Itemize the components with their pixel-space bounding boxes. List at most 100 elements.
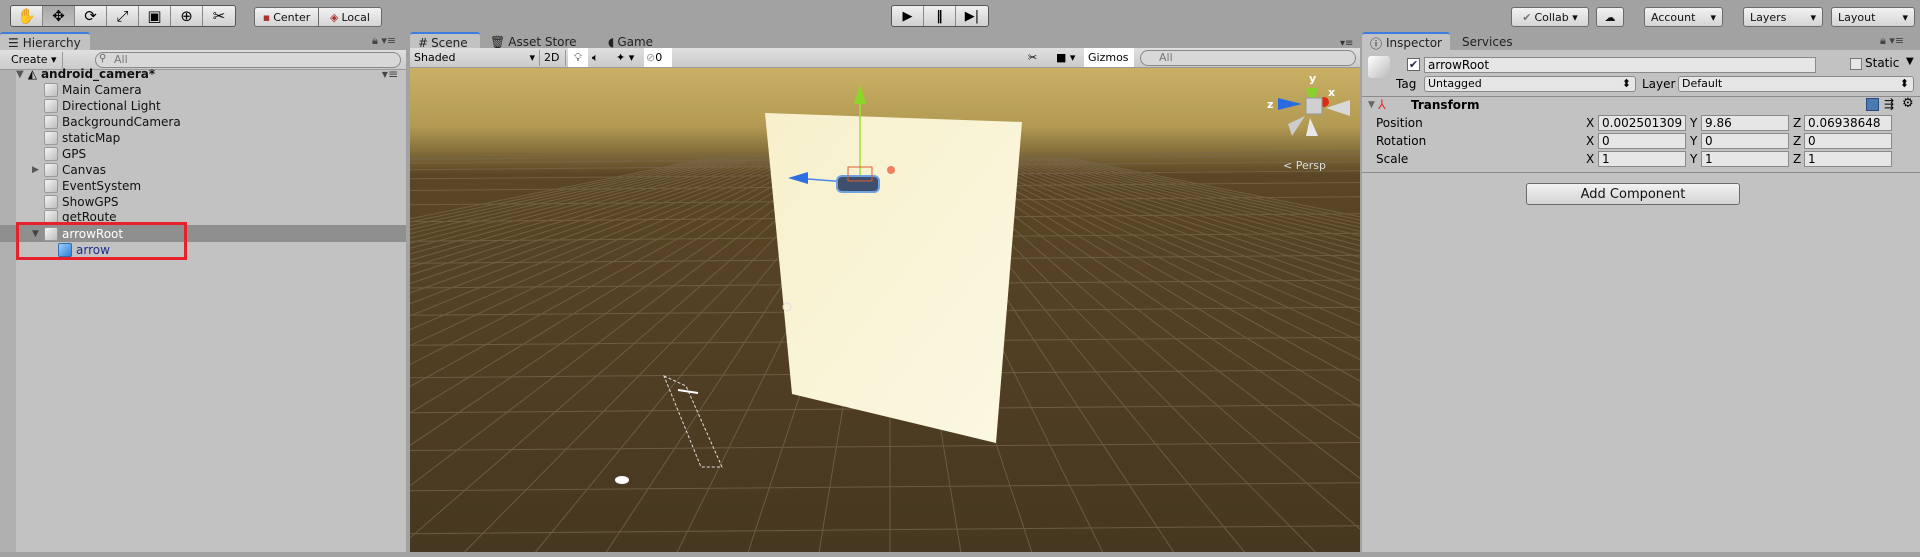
layers-dropdown[interactable]: Layers ▾ [1743, 7, 1823, 27]
play-button[interactable]: ▶ [892, 6, 924, 26]
list-item[interactable]: GPS [44, 146, 398, 162]
lighting-toggle-icon[interactable]: 💡︎ [568, 48, 588, 67]
static-label: Static [1865, 56, 1900, 70]
transform-tool-icon[interactable]: ⊕ [171, 6, 203, 26]
axis-z-label: Z [1793, 116, 1802, 130]
move-tool-icon[interactable]: ✥ [43, 6, 75, 26]
pivot-center-button[interactable]: ▪ Center [254, 7, 319, 27]
transform-tools: ✋ ✥ ⟳ ⤢ ▣ ⊕ ✂ [10, 5, 236, 27]
object-name-input[interactable]: arrowRoot [1424, 57, 1816, 73]
rotate-tool-icon[interactable]: ⟳ [75, 6, 107, 26]
collab-label: Collab [1534, 10, 1569, 24]
transform-axes-icon: ⅄ [1378, 98, 1386, 113]
effects-dropdown-icon[interactable]: ✦ ▾ [616, 50, 634, 66]
row-label: Scale [1376, 152, 1409, 166]
row-label: Rotation [1376, 134, 1427, 148]
x-axis-handle[interactable] [887, 166, 895, 174]
shading-dropdown[interactable]: Shaded ▾ [414, 50, 540, 66]
step-button[interactable]: ▶| [956, 6, 988, 26]
axis-z-label: Z [1793, 134, 1802, 148]
scene-header[interactable]: ▼ ◭ android_camera* ▾≡ [16, 66, 398, 82]
unity-icon: ◭ [27, 67, 37, 81]
gameobject-icon[interactable] [1368, 56, 1390, 78]
audio-toggle-icon[interactable]: 🔈︎ [592, 50, 599, 66]
position-x-input[interactable]: 0.002501309 [1598, 115, 1686, 131]
gear-icon[interactable]: ⚙ [1902, 96, 1914, 111]
gameobject-icon [44, 163, 58, 177]
list-item[interactable]: BackgroundCamera [44, 114, 398, 130]
scale-x-input[interactable]: 1 [1598, 151, 1686, 167]
rotation-x-input[interactable]: 0 [1598, 133, 1686, 149]
tools-icon[interactable]: ✂ [1028, 50, 1037, 66]
hierarchy-panel: Create ▾ All ⚲ ▼ ◭ android_camera* ▾≡ Main … [0, 50, 406, 552]
list-item[interactable]: Main Camera [44, 82, 398, 98]
gameobject-icon [44, 115, 58, 129]
collab-button[interactable]: ✔ Collab ▾ [1511, 7, 1589, 27]
list-item[interactable]: ▶ Canvas [32, 162, 398, 178]
lock-icon[interactable]: 🔒︎ ▾≡ [372, 34, 396, 48]
create-label: Create [11, 53, 48, 66]
plane-object[interactable] [765, 113, 1022, 443]
rotation-y-input[interactable]: 0 [1701, 133, 1789, 149]
rect-tool-icon[interactable]: ▣ [139, 6, 171, 26]
services-tab-label: Services [1462, 35, 1513, 49]
account-dropdown[interactable]: Account ▾ [1644, 7, 1723, 27]
scene-toolbar: Shaded▾ 2D 💡︎ 🔈︎ ✦ ▾ ⊘0 ✂ ■ ▾ Gizmos ▾ A… [410, 48, 1360, 83]
tab-services[interactable]: Services [1454, 32, 1521, 52]
list-item[interactable]: EventSystem [44, 178, 398, 194]
item-label: staticMap [62, 131, 121, 145]
preset-icon[interactable]: ⇶ [1884, 97, 1894, 111]
row-label: Position [1376, 116, 1423, 130]
pivot-local-button[interactable]: ◈ Local [318, 7, 382, 27]
list-item[interactable]: ShowGPS [44, 194, 398, 210]
tab-inspector[interactable]: ⓘ Inspector [1362, 32, 1450, 52]
gameobject-icon [44, 179, 58, 193]
help-icon[interactable] [1866, 98, 1879, 111]
projection-label[interactable]: < Persp [1283, 159, 1326, 172]
layout-dropdown[interactable]: Layout ▾ [1831, 7, 1915, 27]
scene-search-input[interactable]: All [1140, 50, 1356, 66]
cloud-button[interactable]: ☁ [1596, 7, 1624, 27]
scale-y-input[interactable]: 1 [1701, 151, 1789, 167]
layer-dropdown[interactable]: Default ⬍ [1678, 76, 1914, 92]
hidden-objects-toggle[interactable]: ⊘0 [644, 48, 672, 67]
tag-value: Untagged [1428, 77, 1482, 90]
position-y-input[interactable]: 9.86 [1701, 115, 1789, 131]
active-checkbox[interactable]: ✔ [1407, 58, 1420, 71]
local-icon: ◈ [330, 10, 339, 24]
divider [1362, 172, 1920, 173]
static-checkbox[interactable] [1850, 58, 1862, 70]
inspector-lock-icon[interactable]: 🔒︎ ▾≡ [1880, 34, 1904, 48]
rotation-z-input[interactable]: 0 [1804, 133, 1892, 149]
tag-dropdown[interactable]: Untagged ⬍ [1424, 76, 1636, 92]
gizmos-dropdown[interactable]: Gizmos ▾ [1084, 48, 1134, 83]
item-label: Main Camera [62, 83, 142, 97]
game-tab-label: Game [617, 35, 654, 49]
gameobject-icon [44, 83, 58, 97]
pause-button[interactable]: ‖ [924, 6, 956, 26]
component-collapse-icon[interactable]: ▼ [1368, 100, 1375, 110]
item-label: GPS [62, 147, 87, 161]
gameobject-icon [44, 131, 58, 145]
position-z-input[interactable]: 0.06938648 [1804, 115, 1892, 131]
custom-tool-icon[interactable]: ✂ [203, 6, 235, 26]
expand-arrow-icon[interactable]: ▶ [32, 165, 44, 175]
scale-z-input[interactable]: 1 [1804, 151, 1892, 167]
list-item[interactable]: staticMap [44, 130, 398, 146]
add-component-button[interactable]: Add Component [1526, 183, 1740, 205]
layers-label: Layers [1750, 10, 1787, 24]
camera-dropdown-icon[interactable]: ■ ▾ [1056, 50, 1075, 66]
static-dropdown-icon[interactable]: ▼ [1906, 56, 1914, 67]
2d-toggle[interactable]: 2D [544, 50, 566, 66]
list-item[interactable]: Directional Light [44, 98, 398, 114]
space-label: Local [341, 10, 370, 24]
list-icon: ☰ [8, 36, 19, 50]
hand-tool-icon[interactable]: ✋ [11, 6, 43, 26]
component-title: Transform [1411, 98, 1480, 112]
scene-view[interactable]: y z x < Persp [410, 68, 1360, 552]
selected-arrow-object[interactable] [836, 175, 880, 193]
gameobject-icon [44, 99, 58, 113]
axis-x-label: X [1586, 152, 1595, 166]
tab-hierarchy[interactable]: ☰ Hierarchy [0, 32, 90, 52]
scale-tool-icon[interactable]: ⤢ [107, 6, 139, 26]
